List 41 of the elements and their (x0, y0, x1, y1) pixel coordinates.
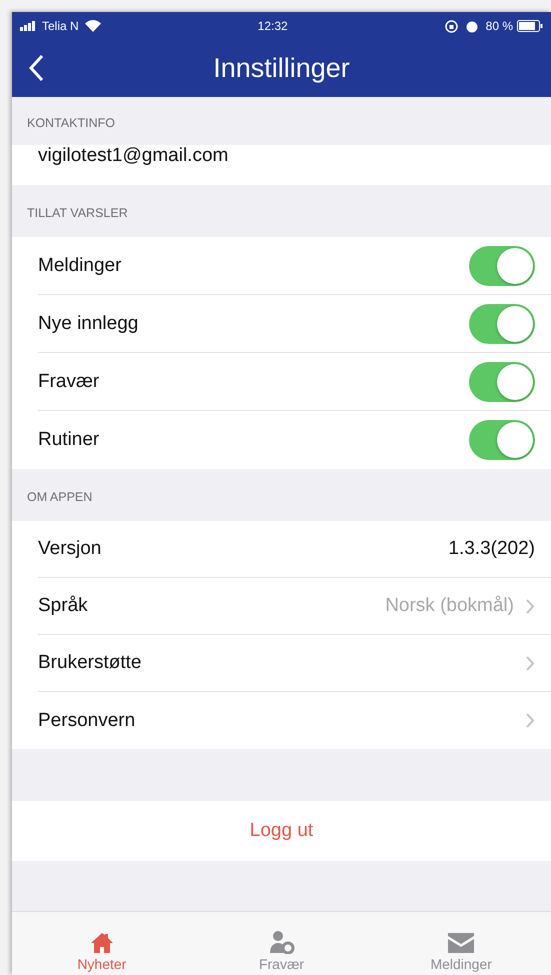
carrier-name: Telia N (42, 19, 79, 33)
setting-label: Fravær (38, 370, 100, 392)
setting-label: Meldinger (38, 254, 122, 276)
toggle-switch[interactable] (469, 362, 535, 402)
setting-label: Personvern (38, 710, 136, 732)
email-address: vigilotest1@gmail.com (38, 145, 230, 167)
setting-label: Språk (38, 595, 89, 617)
clock-time: 12:32 (258, 19, 288, 33)
settings-link-row[interactable]: Personvern (38, 692, 551, 749)
version-number: 1.3.3(202) (448, 538, 535, 560)
section-header: OM APPEN (27, 490, 92, 504)
chevron-icon (526, 598, 535, 614)
setting-value: Norsk (bokmål) (385, 595, 514, 617)
alarm-icon (466, 20, 478, 32)
toggle-switch[interactable] (469, 304, 535, 344)
home-icon (90, 932, 114, 954)
person-icon (268, 930, 294, 954)
mail-icon (447, 932, 476, 954)
section-header: KONTAKTINFO (27, 116, 115, 130)
back-icon (28, 54, 44, 82)
screen-title: Innstillinger (213, 53, 350, 84)
signal-icon (20, 21, 38, 31)
tab-item[interactable]: Fravær (192, 912, 372, 975)
battery-icon (517, 20, 544, 32)
section-header: TILLAT VARSLER (27, 206, 128, 220)
toggle-switch[interactable] (469, 420, 535, 460)
setting-label: Brukerstøtte (38, 652, 142, 674)
settings-link-row[interactable]: Brukerstøtte (38, 635, 551, 692)
chevron-icon (526, 656, 535, 670)
orientation-lock-icon (444, 20, 458, 32)
wifi-icon (84, 20, 101, 32)
setting-label: Versjon (38, 538, 102, 560)
toggle-switch[interactable] (469, 246, 535, 286)
chevron-icon (526, 713, 535, 728)
logout-button[interactable]: Logg ut (12, 801, 551, 861)
setting-label: Rutiner (38, 429, 100, 451)
tab-item[interactable]: Meldinger (371, 912, 551, 975)
setting-label: Nye innlegg (38, 312, 140, 334)
settings-link-row[interactable]: Språk Norsk (bokmål) (38, 578, 551, 635)
tab-item[interactable]: Nyheter (12, 912, 192, 975)
battery-percent: 80 % (486, 19, 514, 33)
